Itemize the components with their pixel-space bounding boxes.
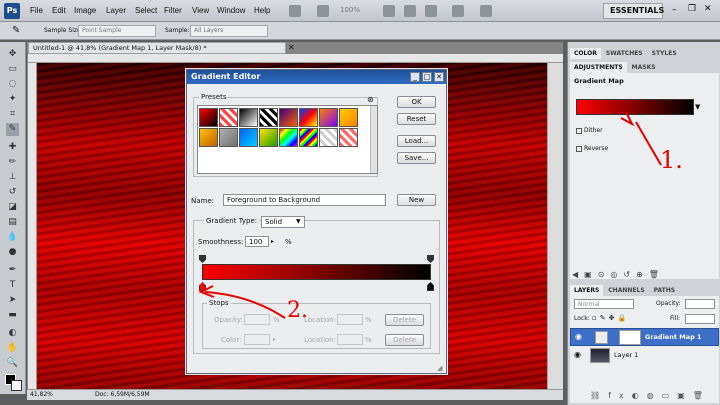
annotation-overlay xyxy=(198,111,662,319)
annotation-arrow-2 xyxy=(204,291,286,319)
annotation-arrow-1 xyxy=(635,121,662,166)
annotation-arrowhead-1 xyxy=(620,111,635,127)
annotation-label-1: 1. xyxy=(660,146,683,174)
annotation-label-2: 2. xyxy=(287,298,308,323)
